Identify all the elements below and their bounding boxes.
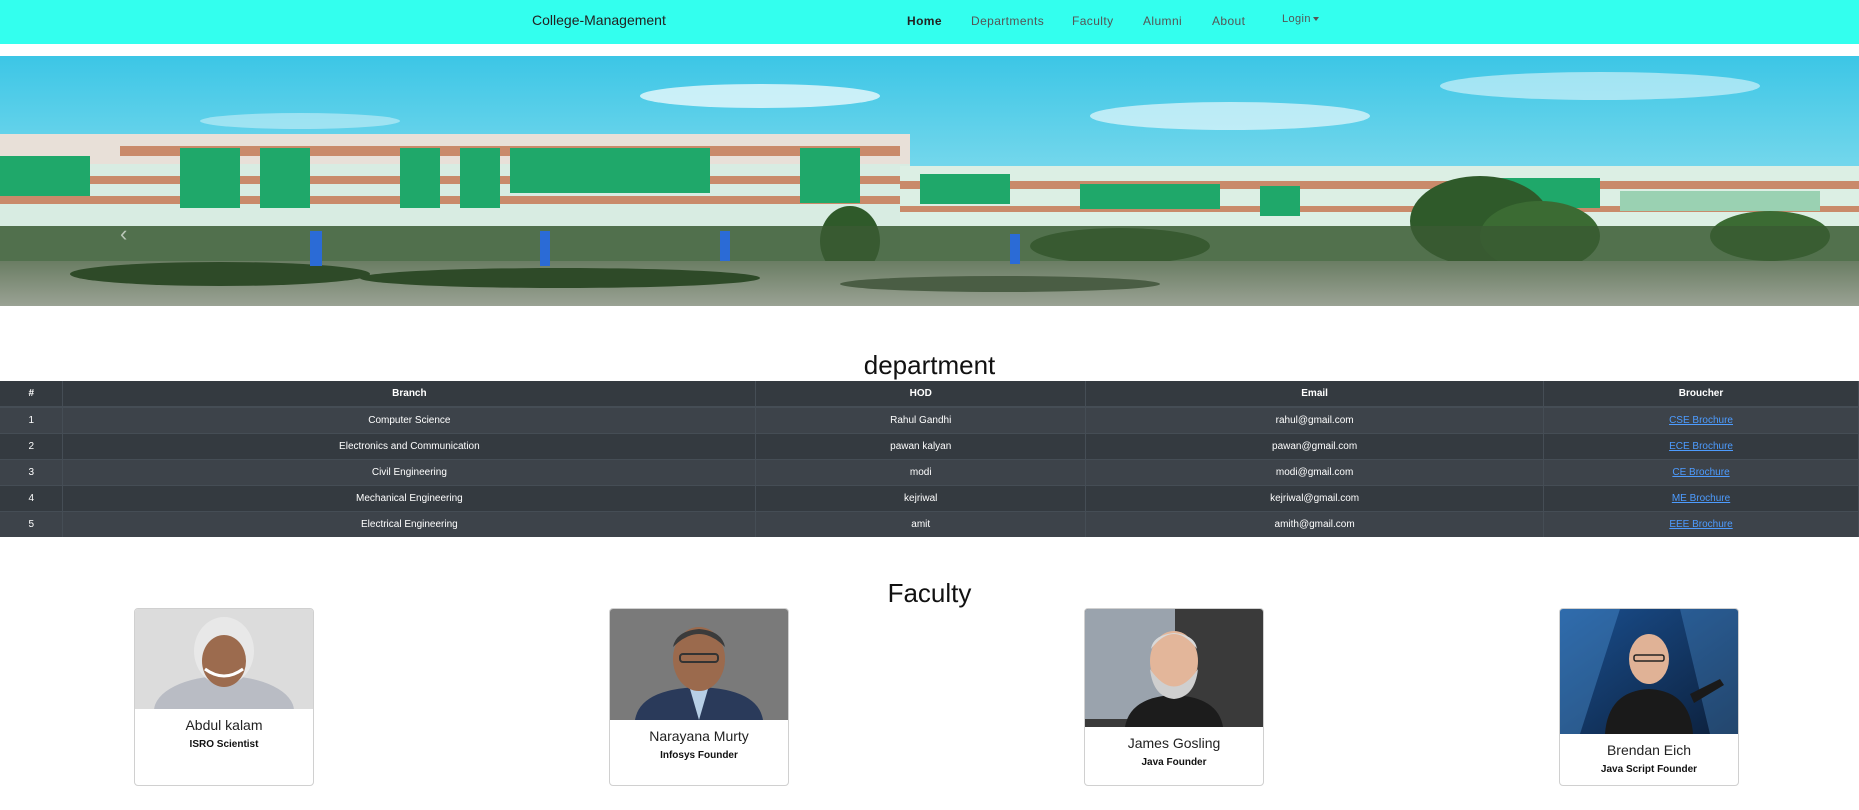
faculty-photo xyxy=(135,609,313,709)
faculty-photo xyxy=(1085,609,1263,727)
navbar: College-Management Home Departments Facu… xyxy=(0,0,1859,44)
faculty-name: Abdul kalam xyxy=(185,717,263,733)
nav-home[interactable]: Home xyxy=(907,14,942,28)
brand-link[interactable]: College-Management xyxy=(532,12,666,28)
brochure-link[interactable]: ME Brochure xyxy=(1672,493,1730,504)
table-row: 4 Mechanical Engineering kejriwal kejriw… xyxy=(0,484,1859,511)
faculty-card[interactable]: Narayana Murty Infosys Founder xyxy=(609,608,789,786)
row-brochure-cell: CSE Brochure xyxy=(1543,406,1859,433)
login-label: Login xyxy=(1282,13,1311,25)
faculty-card[interactable]: Brendan Eich Java Script Founder xyxy=(1559,608,1739,786)
col-number: # xyxy=(0,381,64,408)
row-email: pawan@gmail.com xyxy=(1085,432,1545,459)
row-hod: pawan kalyan xyxy=(755,432,1087,459)
brochure-link[interactable]: EEE Brochure xyxy=(1669,519,1732,530)
table-row: 5 Electrical Engineering amit amith@gmai… xyxy=(0,510,1859,537)
table-row: 3 Civil Engineering modi modi@gmail.com … xyxy=(0,458,1859,485)
row-number: 5 xyxy=(0,510,64,537)
row-email: rahul@gmail.com xyxy=(1085,406,1545,433)
row-number: 3 xyxy=(0,458,64,485)
row-branch: Electronics and Communication xyxy=(62,432,757,459)
row-brochure-cell: EEE Brochure xyxy=(1543,510,1859,537)
row-hod: modi xyxy=(755,458,1087,485)
faculty-name: Narayana Murty xyxy=(649,728,749,744)
row-number: 4 xyxy=(0,484,64,511)
faculty-role: Infosys Founder xyxy=(660,750,738,761)
department-title: department xyxy=(863,350,996,380)
row-email: modi@gmail.com xyxy=(1085,458,1545,485)
campus-image xyxy=(0,56,1859,306)
row-hod: amit xyxy=(755,510,1087,537)
faculty-photo xyxy=(1560,609,1738,734)
row-number: 1 xyxy=(0,406,64,433)
faculty-role: Java Founder xyxy=(1141,757,1207,768)
row-email: amith@gmail.com xyxy=(1085,510,1545,537)
col-email: Email xyxy=(1085,381,1545,408)
department-table: # Branch HOD Email Broucher 1 Computer S… xyxy=(0,381,1859,537)
row-brochure-cell: ME Brochure xyxy=(1543,484,1859,511)
row-branch: Computer Science xyxy=(62,406,757,433)
nav-faculty[interactable]: Faculty xyxy=(1072,14,1113,28)
faculty-title: Faculty xyxy=(887,578,972,608)
brochure-link[interactable]: ECE Brochure xyxy=(1669,441,1733,452)
faculty-card[interactable]: James Gosling Java Founder xyxy=(1084,608,1264,786)
nav-alumni[interactable]: Alumni xyxy=(1143,14,1182,28)
brochure-link[interactable]: CSE Brochure xyxy=(1669,415,1733,426)
hero-carousel: ‹ xyxy=(0,56,1859,306)
row-number: 2 xyxy=(0,432,64,459)
row-brochure-cell: CE Brochure xyxy=(1543,458,1859,485)
carousel-prev-icon[interactable]: ‹ xyxy=(120,221,127,247)
nav-departments[interactable]: Departments xyxy=(971,14,1044,28)
faculty-photo xyxy=(610,609,788,720)
col-brochure: Broucher xyxy=(1543,381,1859,408)
table-row: 2 Electronics and Communication pawan ka… xyxy=(0,432,1859,459)
nav-about[interactable]: About xyxy=(1212,14,1245,28)
row-branch: Mechanical Engineering xyxy=(62,484,757,511)
row-hod: Rahul Gandhi xyxy=(755,406,1087,433)
faculty-name: Brendan Eich xyxy=(1606,742,1692,758)
col-hod: HOD xyxy=(755,381,1087,408)
table-header-row: # Branch HOD Email Broucher xyxy=(0,381,1859,408)
table-row: 1 Computer Science Rahul Gandhi rahul@gm… xyxy=(0,406,1859,433)
row-brochure-cell: ECE Brochure xyxy=(1543,432,1859,459)
row-branch: Electrical Engineering xyxy=(62,510,757,537)
row-branch: Civil Engineering xyxy=(62,458,757,485)
faculty-card[interactable]: Abdul kalam ISRO Scientist xyxy=(134,608,314,786)
faculty-role: ISRO Scientist xyxy=(189,739,259,750)
faculty-name: James Gosling xyxy=(1127,735,1221,751)
caret-down-icon xyxy=(1312,17,1319,22)
faculty-role: Java Script Founder xyxy=(1600,764,1698,775)
brochure-link[interactable]: CE Brochure xyxy=(1672,467,1729,478)
row-email: kejriwal@gmail.com xyxy=(1085,484,1545,511)
login-dropdown[interactable]: Login xyxy=(1282,13,1319,25)
col-branch: Branch xyxy=(62,381,757,408)
row-hod: kejriwal xyxy=(755,484,1087,511)
